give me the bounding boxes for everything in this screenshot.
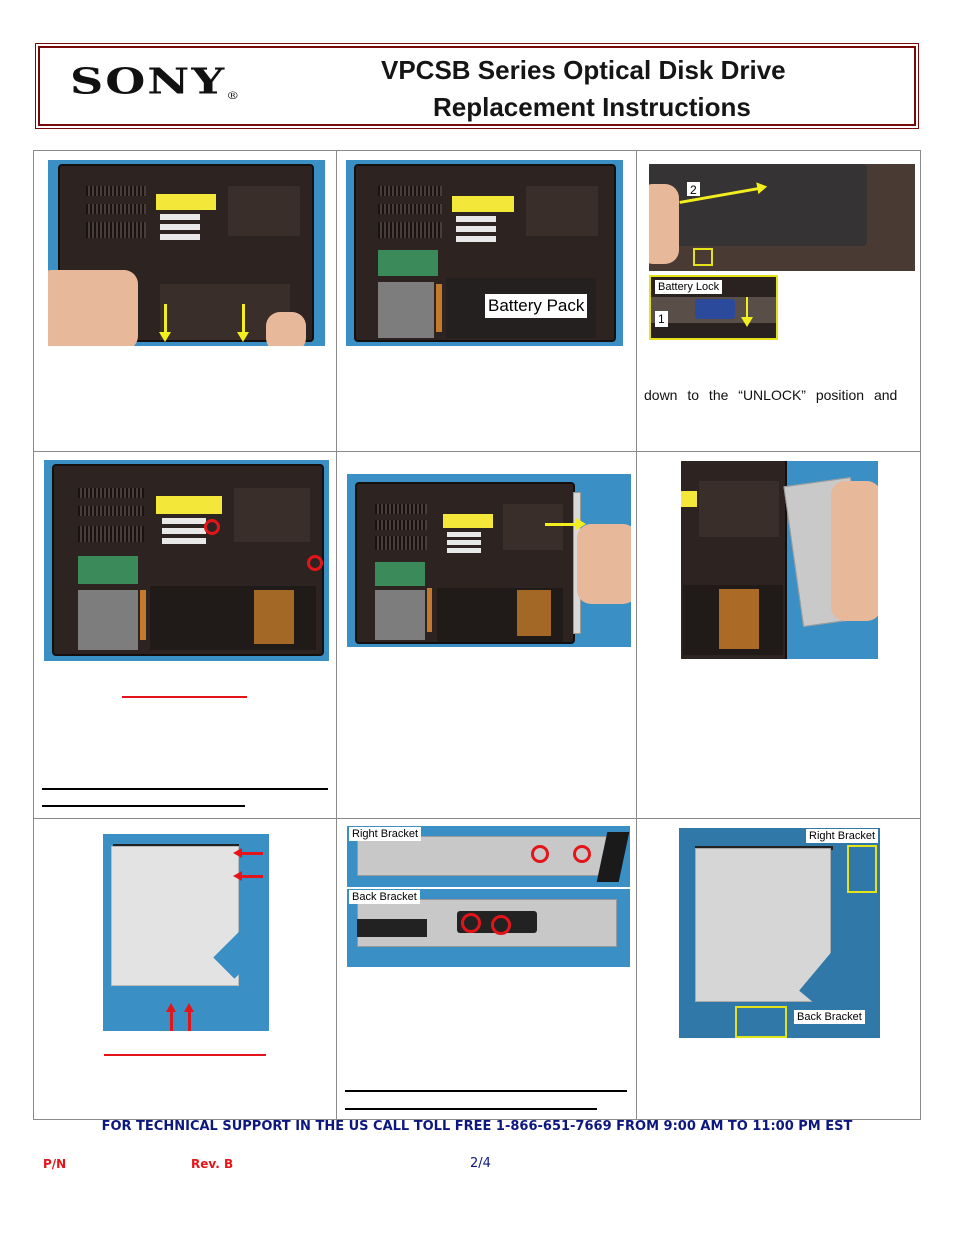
black-underline: [345, 1108, 597, 1110]
document-header: SONY® VPCSB Series Optical Disk Drive Re…: [35, 43, 919, 129]
grid-divider: [34, 451, 920, 452]
steps-grid: Battery Pack 2 Battery Lock 1 down to th…: [33, 150, 921, 1120]
screw-circle-marker: [491, 915, 511, 935]
yellow-arrow-right-icon: [545, 518, 586, 530]
laptop-bottom: [681, 461, 787, 659]
grid-divider: [34, 818, 920, 819]
screw-circle-marker: [307, 555, 323, 571]
back-bracket-highlight: [735, 1006, 787, 1038]
yellow-arrow-down-icon: [741, 297, 753, 327]
technical-support-notice: FOR TECHNICAL SUPPORT IN THE US CALL TOL…: [101, 1119, 853, 1134]
step-3-photo-lock-closeup: Battery Lock 1: [649, 275, 778, 340]
laptop-bottom: [355, 482, 575, 644]
step-7-photo: [103, 834, 269, 1031]
step-number-1-callout: 1: [655, 311, 668, 327]
screw-circle-marker: [573, 845, 591, 863]
screw-circle-marker: [204, 519, 220, 535]
registered-mark: ®: [226, 90, 240, 103]
grid-divider: [636, 151, 637, 1119]
laptop-bottom: [52, 464, 324, 656]
battery-lock-callout: Battery Lock: [655, 280, 723, 294]
step-5-photo: [347, 474, 631, 647]
lock-switch: [695, 299, 735, 319]
step-8-photo-right-bracket: Right Bracket: [347, 826, 630, 887]
step-2-photo: Battery Pack: [346, 160, 623, 346]
black-underline: [345, 1090, 627, 1092]
brand-name: SONY: [70, 60, 227, 103]
sony-logo: SONY®: [70, 60, 239, 102]
screw-circle-marker: [531, 845, 549, 863]
step-3-photo-battery: 2: [649, 164, 915, 271]
step-4-photo: [44, 460, 329, 661]
step-1-photo: [48, 160, 325, 346]
red-arrow-up-icon: [184, 1003, 194, 1031]
red-underline: [104, 1054, 266, 1056]
back-bracket-callout: Back Bracket: [349, 890, 420, 904]
page-number: 2/4: [470, 1156, 491, 1171]
document-title: VPCSB Series Optical Disk Drive Replacem…: [340, 52, 900, 126]
hand: [831, 481, 878, 621]
screw-circle-marker: [461, 913, 481, 933]
right-bracket-callout: Right Bracket: [349, 827, 422, 841]
step-8-photo-back-bracket: Back Bracket: [347, 889, 630, 967]
right-bracket-callout: Right Bracket: [806, 829, 879, 843]
step-6-photo: [681, 461, 878, 659]
yellow-arrow-down-icon: [159, 304, 171, 342]
hand: [649, 184, 679, 264]
back-bracket-callout: Back Bracket: [794, 1010, 865, 1024]
red-arrow-left-icon: [233, 871, 263, 881]
red-arrow-up-icon: [166, 1003, 176, 1031]
step-3-text: down to the “UNLOCK” position and: [644, 387, 898, 403]
step-number-2-callout: 2: [686, 181, 701, 197]
revision-label: Rev. B: [191, 1157, 234, 1171]
title-line-1: VPCSB Series Optical Disk Drive: [381, 55, 786, 85]
yellow-arrow-down-icon: [237, 304, 249, 342]
hand: [266, 312, 306, 346]
red-underline: [122, 696, 247, 698]
red-arrow-left-icon: [233, 848, 263, 858]
title-line-2: Replacement Instructions: [433, 92, 751, 122]
black-underline: [42, 805, 245, 807]
hand: [577, 524, 631, 604]
battery-pack-callout: Battery Pack: [485, 294, 588, 318]
hand: [48, 270, 138, 346]
grid-divider: [336, 151, 337, 1119]
step-9-photo: Right Bracket Back Bracket: [679, 828, 880, 1038]
right-bracket-highlight: [847, 845, 877, 893]
battery-lock-highlight: [693, 248, 713, 266]
part-number-label: P/N: [43, 1157, 67, 1171]
black-underline: [42, 788, 328, 790]
